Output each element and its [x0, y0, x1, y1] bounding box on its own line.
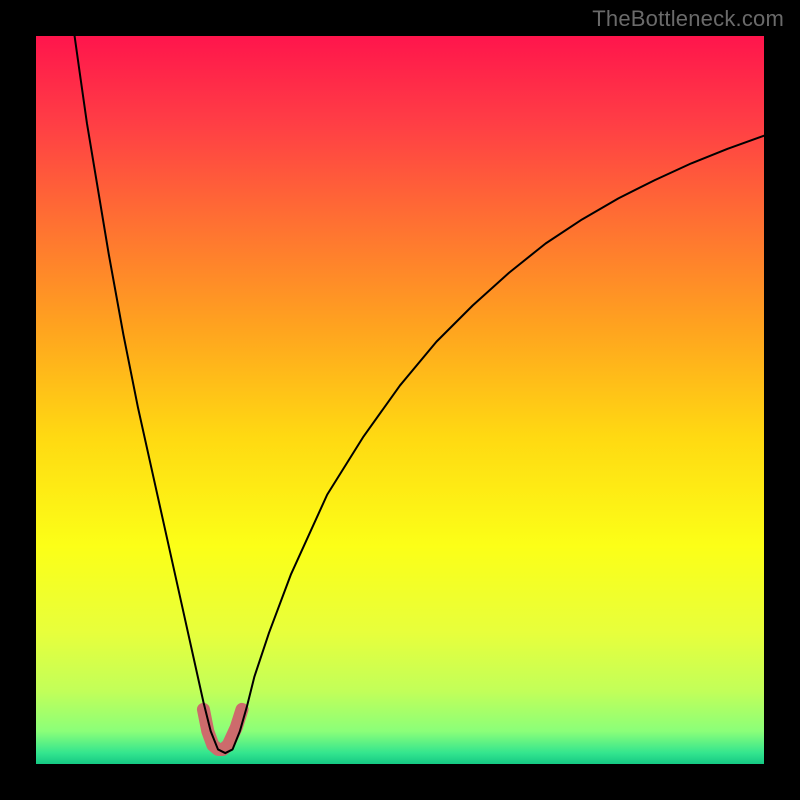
curve-layer [36, 36, 764, 764]
highlight-band [203, 709, 242, 749]
plot-area [36, 36, 764, 764]
watermark-text: TheBottleneck.com [592, 6, 784, 32]
bottleneck-curve [75, 36, 764, 753]
